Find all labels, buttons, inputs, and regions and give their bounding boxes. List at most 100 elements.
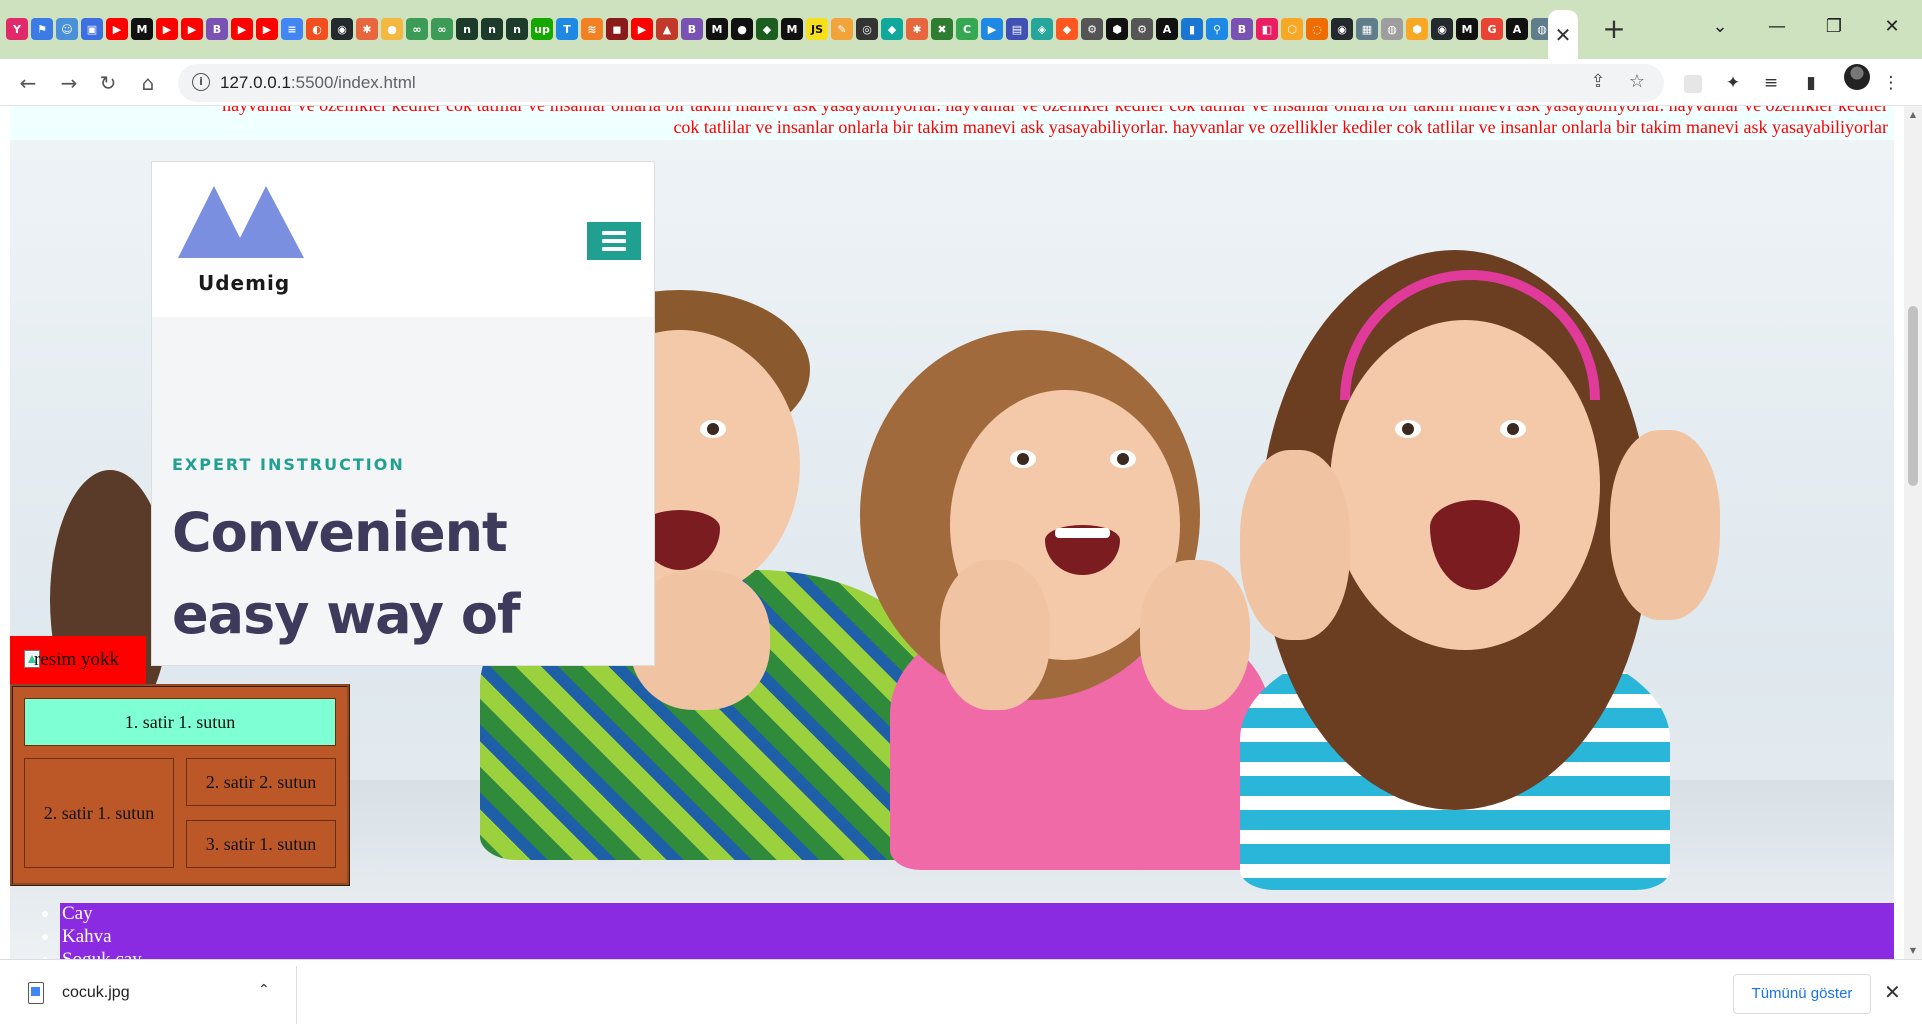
- tt-tab-icon[interactable]: T: [556, 18, 578, 40]
- bold-tab-icon[interactable]: B: [1231, 18, 1253, 40]
- asterisk-tab-icon[interactable]: ✱: [906, 18, 928, 40]
- tab-favicon-row[interactable]: Y ⚑ ☺ ▣ ▶ M ▶ ▶ B ▶ ▶ ≡ ◐ ◉ ✱ ● ∞ ∞ n n n up T ≋ ◼ ▶ ▲ B M ● ◆ M JS ✎ ◎ ◆ ✱ ✖…: [6, 18, 1553, 42]
- youtube-tab-icon[interactable]: ▶: [156, 18, 178, 40]
- feather-tab-icon[interactable]: ✎: [831, 18, 853, 40]
- medium-tab-icon[interactable]: M: [1456, 18, 1478, 40]
- a-tab-icon[interactable]: A: [1506, 18, 1528, 40]
- new-tab-button[interactable]: +: [1598, 14, 1630, 46]
- figma-tab-icon[interactable]: ◐: [306, 18, 328, 40]
- google-tab-icon[interactable]: G: [1481, 18, 1503, 40]
- back-button[interactable]: ←: [13, 68, 43, 98]
- a-tab-icon[interactable]: A: [1156, 18, 1178, 40]
- leaf-tab-icon[interactable]: ◆: [756, 18, 778, 40]
- side-panel-icon[interactable]: ▮: [1800, 73, 1822, 95]
- hex-tab-icon[interactable]: ⬢: [1406, 18, 1428, 40]
- tools-tab-icon[interactable]: ✖: [931, 18, 953, 40]
- ring-tab-icon[interactable]: ◌: [1306, 18, 1328, 40]
- download-options-chevron-icon[interactable]: ⌃: [258, 982, 270, 998]
- circle-tab-icon[interactable]: ◎: [856, 18, 878, 40]
- browser-menu-icon[interactable]: ⋮: [1880, 73, 1902, 95]
- share-icon[interactable]: ⇪: [1586, 71, 1610, 95]
- asterisk-tab-icon[interactable]: ✱: [356, 18, 378, 40]
- hamburger-menu-button[interactable]: [587, 222, 641, 260]
- orange-tab-icon[interactable]: ⬡: [1281, 18, 1303, 40]
- n-tab-icon[interactable]: n: [456, 18, 478, 40]
- bookmark-star-icon[interactable]: ☆: [1625, 71, 1649, 95]
- upwork-tab-icon[interactable]: up: [531, 18, 553, 40]
- c-tab-icon[interactable]: C: [956, 18, 978, 40]
- scroll-up-arrow[interactable]: ▲: [1908, 110, 1918, 119]
- hex-tab-icon[interactable]: ⬢: [1106, 18, 1128, 40]
- url-text[interactable]: 127.0.0.1:5500/index.html: [220, 73, 416, 93]
- brand-name[interactable]: Udemig: [198, 271, 290, 295]
- youtube-tab-icon[interactable]: ▶: [631, 18, 653, 40]
- url-path: :5500/index.html: [290, 73, 416, 92]
- bold-tab-icon[interactable]: B: [681, 18, 703, 40]
- youtube-tab-icon[interactable]: ▶: [106, 18, 128, 40]
- flag-tab-icon[interactable]: ⚑: [31, 18, 53, 40]
- github-tab-icon[interactable]: ◉: [1431, 18, 1453, 40]
- youtube-tab-icon[interactable]: ▶: [181, 18, 203, 40]
- address-bar[interactable]: i 127.0.0.1:5500/index.html ⇪ ☆: [178, 64, 1664, 102]
- scroll-thumb[interactable]: [1908, 306, 1918, 486]
- book-tab-icon[interactable]: ▲: [656, 18, 678, 40]
- dot-tab-icon[interactable]: ●: [381, 18, 403, 40]
- download-file-name[interactable]: cocuk.jpg: [62, 984, 130, 1002]
- link-tab-icon[interactable]: ∞: [431, 18, 453, 40]
- arrow-tab-icon[interactable]: ◆: [1056, 18, 1078, 40]
- news-tab-icon[interactable]: ▤: [1006, 18, 1028, 40]
- grid-tab-icon[interactable]: ▦: [1356, 18, 1378, 40]
- restore-button[interactable]: ❐: [1814, 12, 1854, 42]
- close-window-button[interactable]: ✕: [1872, 12, 1912, 42]
- extension-icon[interactable]: [1684, 75, 1702, 93]
- yahoo-tab-icon[interactable]: Y: [6, 18, 28, 40]
- media-control-icon[interactable]: ≡: [1760, 73, 1782, 95]
- red-tab-icon[interactable]: ◼: [606, 18, 628, 40]
- extensions-puzzle-icon[interactable]: ✦: [1722, 73, 1744, 95]
- show-all-downloads-button[interactable]: Tümünü göster: [1733, 974, 1871, 1014]
- photo-eye: [1110, 450, 1136, 468]
- scroll-down-arrow[interactable]: ▼: [1908, 946, 1918, 955]
- tab-search-button[interactable]: ⌄: [1700, 12, 1740, 42]
- pink-tab-icon[interactable]: ◧: [1256, 18, 1278, 40]
- n-tab-icon[interactable]: n: [481, 18, 503, 40]
- medium-tab-icon[interactable]: ●: [731, 18, 753, 40]
- blue-tab-icon[interactable]: ▮: [1181, 18, 1203, 40]
- js-tab-icon[interactable]: JS: [806, 18, 828, 40]
- data-table: 1. satir 1. sutun 2. satir 1. sutun 2. s…: [10, 684, 350, 886]
- play-tab-icon[interactable]: ▶: [981, 18, 1003, 40]
- medium-tab-icon[interactable]: M: [781, 18, 803, 40]
- udemig-logo-icon[interactable]: [178, 186, 308, 258]
- gear-tab-icon[interactable]: ⚙: [1131, 18, 1153, 40]
- bold-tab-icon[interactable]: B: [206, 18, 228, 40]
- close-download-bar-icon[interactable]: ✕: [1884, 980, 1901, 1004]
- home-button[interactable]: ⌂: [133, 68, 163, 98]
- people-tab-icon[interactable]: ☺: [56, 18, 78, 40]
- gear-tab-icon[interactable]: ⚙: [1081, 18, 1103, 40]
- globe-tab-icon[interactable]: ◍: [1381, 18, 1403, 40]
- n-tab-icon[interactable]: n: [506, 18, 528, 40]
- medium-tab-icon[interactable]: M: [706, 18, 728, 40]
- github-tab-icon[interactable]: ◉: [1331, 18, 1353, 40]
- docs-tab-icon[interactable]: ≡: [281, 18, 303, 40]
- marquee-text: hayvanlar ve ozellikler kediler cok tatl…: [10, 106, 1888, 138]
- forward-button[interactable]: →: [54, 68, 84, 98]
- table-cell: 1. satir 1. sutun: [24, 698, 336, 746]
- youtube-tab-icon[interactable]: ▶: [256, 18, 278, 40]
- github-tab-icon[interactable]: ◉: [331, 18, 353, 40]
- medium-tab-icon[interactable]: M: [131, 18, 153, 40]
- contacts-tab-icon[interactable]: ▣: [81, 18, 103, 40]
- broken-image-alt-text: resim yokk: [34, 649, 119, 670]
- active-tab-close-button[interactable]: ✕: [1548, 10, 1578, 59]
- pin-tab-icon[interactable]: ⚲: [1206, 18, 1228, 40]
- site-info-icon[interactable]: i: [192, 73, 210, 91]
- profile-avatar[interactable]: [1844, 64, 1870, 90]
- minimize-button[interactable]: —: [1757, 12, 1797, 42]
- link-tab-icon[interactable]: ∞: [406, 18, 428, 40]
- stack-tab-icon[interactable]: ≋: [581, 18, 603, 40]
- page-scrollbar[interactable]: ▲ ▼: [1904, 106, 1922, 959]
- diamond-tab-icon[interactable]: ◆: [881, 18, 903, 40]
- youtube-tab-icon[interactable]: ▶: [231, 18, 253, 40]
- reload-button[interactable]: ↻: [93, 68, 123, 98]
- drop-tab-icon[interactable]: ◈: [1031, 18, 1053, 40]
